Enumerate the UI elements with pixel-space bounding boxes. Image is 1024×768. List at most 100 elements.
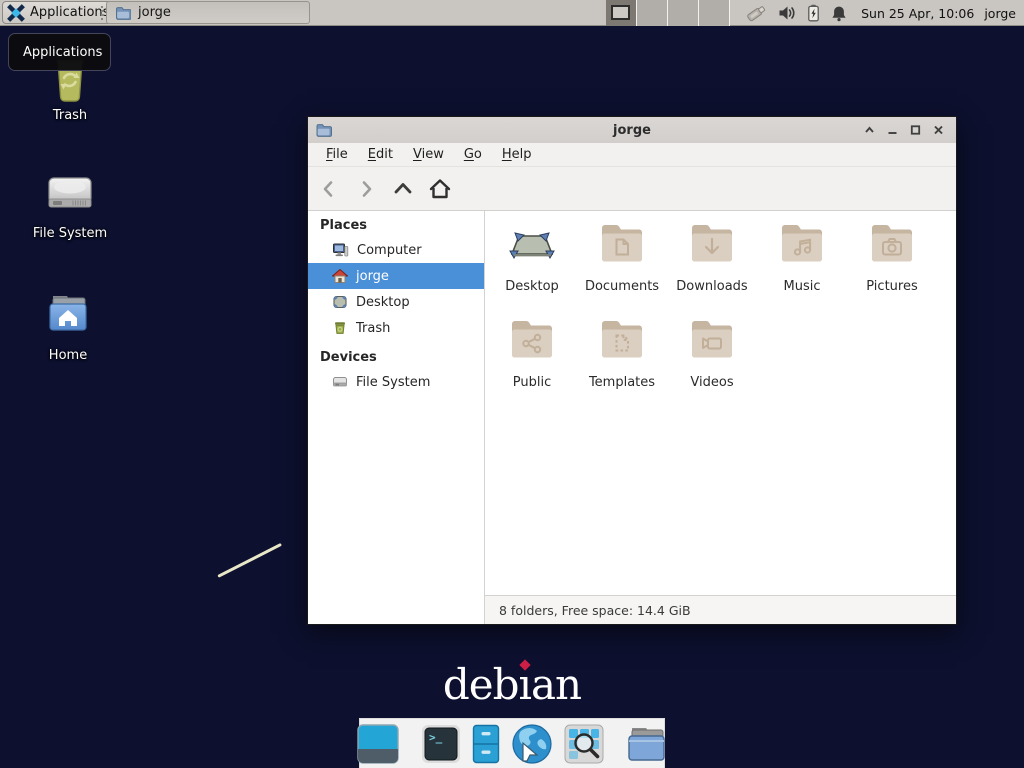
- desk-icon: [508, 221, 556, 269]
- sidebar-item-file-system[interactable]: File System: [308, 369, 484, 395]
- shade-button[interactable]: [858, 119, 881, 141]
- user-home-icon: [332, 268, 348, 284]
- desktop-small-icon: [332, 294, 348, 310]
- system-tray: Sun 25 Apr, 10:06 jorge: [744, 0, 1016, 26]
- menu-help[interactable]: Help: [492, 144, 542, 165]
- maximize-button[interactable]: [904, 119, 927, 141]
- toolbar: /home/jorge/: [308, 167, 956, 211]
- app-finder-icon[interactable]: [564, 724, 604, 764]
- sidebar-item-label: Desktop: [356, 295, 410, 310]
- home-folder-icon: [13, 288, 123, 344]
- menu-view[interactable]: View: [403, 144, 454, 165]
- applications-menu-label: Applications: [30, 5, 109, 20]
- desktop-icon-file-system[interactable]: File System: [15, 166, 125, 241]
- panel-clock[interactable]: Sun 25 Apr, 10:06: [861, 6, 974, 21]
- menu-file[interactable]: File: [316, 144, 358, 165]
- removable-media-icon[interactable]: [744, 2, 768, 24]
- file-manager-icon[interactable]: [626, 725, 668, 763]
- sidebar: Places Computer jorge: [308, 211, 484, 624]
- workspace-4[interactable]: [699, 0, 730, 26]
- debian-logo: debıan: [0, 660, 1024, 709]
- panel-separator-handle[interactable]: [101, 6, 104, 20]
- back-button[interactable]: [313, 173, 345, 205]
- file-item-music[interactable]: Music: [757, 221, 847, 295]
- workspace-2[interactable]: [637, 0, 668, 26]
- taskbar-window-button[interactable]: jorge: [106, 1, 310, 24]
- workspace-3[interactable]: [668, 0, 699, 26]
- file-item-downloads[interactable]: Downloads: [667, 221, 757, 295]
- sidebar-item-desktop[interactable]: Desktop: [308, 289, 484, 315]
- desktop-icon-label: File System: [15, 226, 125, 241]
- file-manager-window: jorge File Edit View Go Help: [307, 116, 957, 625]
- menubar: File Edit View Go Help: [308, 143, 956, 167]
- public-folder-icon: [508, 317, 556, 365]
- menu-edit[interactable]: Edit: [358, 144, 403, 165]
- documents-folder-icon: [598, 221, 646, 269]
- workspace-switcher: [606, 0, 730, 26]
- file-label: Templates: [589, 375, 655, 390]
- pictures-folder-icon: [868, 221, 916, 269]
- logo-text: deb: [443, 660, 519, 709]
- dock-panel: >_: [359, 718, 665, 768]
- file-item-templates[interactable]: Templates: [577, 317, 667, 391]
- file-cabinet-icon[interactable]: [472, 724, 500, 764]
- sidebar-item-label: Computer: [357, 243, 422, 258]
- sidebar-places-header: Places: [308, 211, 484, 237]
- music-folder-icon: [778, 221, 826, 269]
- wallpaper-swirl-line: [217, 543, 282, 578]
- logo-text: an: [531, 660, 581, 709]
- downloads-folder-icon: [688, 221, 736, 269]
- trash-small-icon: [332, 320, 348, 336]
- sidebar-devices-header: Devices: [308, 343, 484, 369]
- sidebar-item-label: jorge: [356, 269, 389, 284]
- close-button[interactable]: [927, 119, 950, 141]
- volume-icon[interactable]: [778, 5, 796, 21]
- workspace-1[interactable]: [606, 0, 637, 26]
- minimize-button[interactable]: [881, 119, 904, 141]
- drive-small-icon: [332, 374, 348, 390]
- menu-go[interactable]: Go: [454, 144, 492, 165]
- top-panel: Applications jorge: [0, 0, 1024, 26]
- sidebar-item-trash[interactable]: Trash: [308, 315, 484, 341]
- file-item-videos[interactable]: Videos: [667, 317, 757, 391]
- user-menu[interactable]: jorge: [984, 6, 1016, 21]
- file-view[interactable]: Desktop Documents: [484, 211, 956, 624]
- up-button[interactable]: [387, 173, 419, 205]
- file-label: Music: [784, 279, 821, 294]
- file-item-documents[interactable]: Documents: [577, 221, 667, 295]
- taskbar-window-label: jorge: [138, 5, 171, 20]
- sidebar-item-jorge[interactable]: jorge: [308, 263, 484, 289]
- file-label: Downloads: [676, 279, 747, 294]
- home-button[interactable]: [424, 173, 456, 205]
- window-titlebar[interactable]: jorge: [308, 117, 956, 143]
- battery-charging-icon[interactable]: [806, 4, 821, 22]
- hard-drive-icon: [15, 166, 125, 222]
- forward-button[interactable]: [350, 173, 382, 205]
- desktop-icon-label: Home: [13, 348, 123, 363]
- file-item-desktop[interactable]: Desktop: [487, 221, 577, 295]
- sidebar-item-computer[interactable]: Computer: [308, 237, 484, 263]
- templates-folder-icon: [598, 317, 646, 365]
- desktop: Applications jorge: [0, 0, 1024, 768]
- file-item-pictures[interactable]: Pictures: [847, 221, 937, 295]
- folder-icon: [115, 5, 131, 21]
- notification-bell-icon[interactable]: [831, 5, 847, 22]
- xfce-applications-icon: [7, 4, 25, 22]
- videos-folder-icon: [688, 317, 736, 365]
- workspace-window-preview: [611, 5, 630, 20]
- status-text: 8 folders, Free space: 14.4 GiB: [499, 603, 691, 618]
- computer-icon: [332, 242, 349, 258]
- applications-tooltip: Applications: [8, 33, 111, 71]
- sidebar-item-label: Trash: [356, 321, 390, 336]
- sidebar-item-label: File System: [356, 375, 430, 390]
- file-label: Documents: [585, 279, 659, 294]
- file-label: Pictures: [866, 279, 917, 294]
- tooltip-text: Applications: [23, 45, 102, 60]
- terminal-icon[interactable]: >_: [421, 724, 461, 764]
- desktop-icon-home[interactable]: Home: [13, 288, 123, 363]
- file-grid: Desktop Documents: [487, 221, 954, 413]
- file-item-public[interactable]: Public: [487, 317, 577, 391]
- show-desktop-icon[interactable]: [357, 724, 399, 764]
- web-browser-icon[interactable]: [511, 723, 553, 765]
- svg-text:>_: >_: [429, 731, 443, 744]
